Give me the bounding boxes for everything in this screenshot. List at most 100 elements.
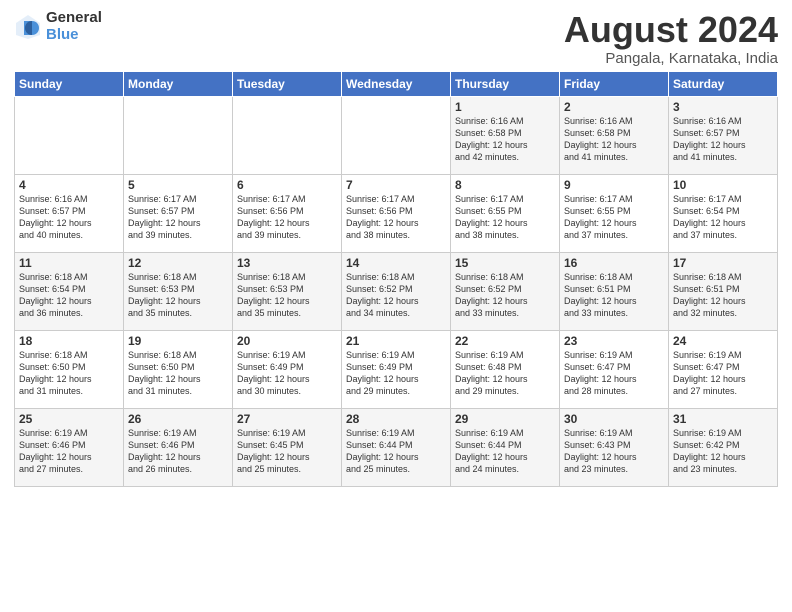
- day-info: Sunrise: 6:17 AM Sunset: 6:56 PM Dayligh…: [237, 193, 337, 242]
- title-block: August 2024 Pangala, Karnataka, India: [564, 10, 778, 67]
- calendar-cell: [15, 96, 124, 174]
- day-number: 20: [237, 334, 337, 348]
- day-number: 16: [564, 256, 664, 270]
- weekday-header-friday: Friday: [560, 71, 669, 96]
- week-row-5: 25Sunrise: 6:19 AM Sunset: 6:46 PM Dayli…: [15, 408, 778, 486]
- day-info: Sunrise: 6:18 AM Sunset: 6:50 PM Dayligh…: [128, 349, 228, 398]
- weekday-header-tuesday: Tuesday: [233, 71, 342, 96]
- location-text: Pangala, Karnataka, India: [564, 50, 778, 67]
- day-number: 27: [237, 412, 337, 426]
- weekday-header-monday: Monday: [124, 71, 233, 96]
- calendar-cell: 6Sunrise: 6:17 AM Sunset: 6:56 PM Daylig…: [233, 174, 342, 252]
- calendar-cell: 14Sunrise: 6:18 AM Sunset: 6:52 PM Dayli…: [342, 252, 451, 330]
- day-number: 6: [237, 178, 337, 192]
- calendar-cell: [124, 96, 233, 174]
- day-number: 21: [346, 334, 446, 348]
- day-info: Sunrise: 6:18 AM Sunset: 6:51 PM Dayligh…: [564, 271, 664, 320]
- day-info: Sunrise: 6:19 AM Sunset: 6:42 PM Dayligh…: [673, 427, 773, 476]
- day-info: Sunrise: 6:16 AM Sunset: 6:57 PM Dayligh…: [19, 193, 119, 242]
- day-number: 3: [673, 100, 773, 114]
- day-number: 14: [346, 256, 446, 270]
- week-row-1: 1Sunrise: 6:16 AM Sunset: 6:58 PM Daylig…: [15, 96, 778, 174]
- calendar-cell: 2Sunrise: 6:16 AM Sunset: 6:58 PM Daylig…: [560, 96, 669, 174]
- calendar-cell: 7Sunrise: 6:17 AM Sunset: 6:56 PM Daylig…: [342, 174, 451, 252]
- calendar-cell: 29Sunrise: 6:19 AM Sunset: 6:44 PM Dayli…: [451, 408, 560, 486]
- day-info: Sunrise: 6:19 AM Sunset: 6:46 PM Dayligh…: [128, 427, 228, 476]
- day-info: Sunrise: 6:18 AM Sunset: 6:51 PM Dayligh…: [673, 271, 773, 320]
- day-number: 22: [455, 334, 555, 348]
- calendar-cell: 27Sunrise: 6:19 AM Sunset: 6:45 PM Dayli…: [233, 408, 342, 486]
- day-info: Sunrise: 6:19 AM Sunset: 6:44 PM Dayligh…: [455, 427, 555, 476]
- day-number: 18: [19, 334, 119, 348]
- day-number: 26: [128, 412, 228, 426]
- calendar-cell: 4Sunrise: 6:16 AM Sunset: 6:57 PM Daylig…: [15, 174, 124, 252]
- day-info: Sunrise: 6:19 AM Sunset: 6:47 PM Dayligh…: [673, 349, 773, 398]
- day-number: 10: [673, 178, 773, 192]
- day-info: Sunrise: 6:17 AM Sunset: 6:55 PM Dayligh…: [455, 193, 555, 242]
- calendar-cell: 31Sunrise: 6:19 AM Sunset: 6:42 PM Dayli…: [669, 408, 778, 486]
- calendar-cell: 9Sunrise: 6:17 AM Sunset: 6:55 PM Daylig…: [560, 174, 669, 252]
- calendar-cell: 12Sunrise: 6:18 AM Sunset: 6:53 PM Dayli…: [124, 252, 233, 330]
- day-info: Sunrise: 6:19 AM Sunset: 6:49 PM Dayligh…: [346, 349, 446, 398]
- calendar-cell: 3Sunrise: 6:16 AM Sunset: 6:57 PM Daylig…: [669, 96, 778, 174]
- day-number: 1: [455, 100, 555, 114]
- day-info: Sunrise: 6:19 AM Sunset: 6:49 PM Dayligh…: [237, 349, 337, 398]
- calendar-cell: 20Sunrise: 6:19 AM Sunset: 6:49 PM Dayli…: [233, 330, 342, 408]
- calendar-cell: 1Sunrise: 6:16 AM Sunset: 6:58 PM Daylig…: [451, 96, 560, 174]
- day-number: 17: [673, 256, 773, 270]
- day-number: 13: [237, 256, 337, 270]
- calendar-cell: 30Sunrise: 6:19 AM Sunset: 6:43 PM Dayli…: [560, 408, 669, 486]
- logo: General Blue: [14, 10, 102, 43]
- calendar-cell: 21Sunrise: 6:19 AM Sunset: 6:49 PM Dayli…: [342, 330, 451, 408]
- day-number: 24: [673, 334, 773, 348]
- calendar-cell: 22Sunrise: 6:19 AM Sunset: 6:48 PM Dayli…: [451, 330, 560, 408]
- calendar-cell: 16Sunrise: 6:18 AM Sunset: 6:51 PM Dayli…: [560, 252, 669, 330]
- logo-blue: Blue: [46, 27, 102, 44]
- day-number: 9: [564, 178, 664, 192]
- day-info: Sunrise: 6:19 AM Sunset: 6:44 PM Dayligh…: [346, 427, 446, 476]
- logo-general: General: [46, 10, 102, 27]
- day-number: 4: [19, 178, 119, 192]
- day-info: Sunrise: 6:17 AM Sunset: 6:57 PM Dayligh…: [128, 193, 228, 242]
- day-number: 7: [346, 178, 446, 192]
- header: General Blue August 2024 Pangala, Karnat…: [14, 10, 778, 67]
- day-info: Sunrise: 6:19 AM Sunset: 6:46 PM Dayligh…: [19, 427, 119, 476]
- calendar-cell: 11Sunrise: 6:18 AM Sunset: 6:54 PM Dayli…: [15, 252, 124, 330]
- weekday-header-thursday: Thursday: [451, 71, 560, 96]
- calendar-cell: 17Sunrise: 6:18 AM Sunset: 6:51 PM Dayli…: [669, 252, 778, 330]
- day-info: Sunrise: 6:16 AM Sunset: 6:57 PM Dayligh…: [673, 115, 773, 164]
- calendar-cell: 15Sunrise: 6:18 AM Sunset: 6:52 PM Dayli…: [451, 252, 560, 330]
- calendar-cell: 24Sunrise: 6:19 AM Sunset: 6:47 PM Dayli…: [669, 330, 778, 408]
- weekday-header-saturday: Saturday: [669, 71, 778, 96]
- day-info: Sunrise: 6:16 AM Sunset: 6:58 PM Dayligh…: [564, 115, 664, 164]
- calendar-cell: 18Sunrise: 6:18 AM Sunset: 6:50 PM Dayli…: [15, 330, 124, 408]
- day-info: Sunrise: 6:18 AM Sunset: 6:53 PM Dayligh…: [128, 271, 228, 320]
- day-number: 8: [455, 178, 555, 192]
- calendar-cell: 8Sunrise: 6:17 AM Sunset: 6:55 PM Daylig…: [451, 174, 560, 252]
- day-number: 15: [455, 256, 555, 270]
- calendar-table: SundayMondayTuesdayWednesdayThursdayFrid…: [14, 71, 778, 487]
- day-info: Sunrise: 6:19 AM Sunset: 6:43 PM Dayligh…: [564, 427, 664, 476]
- logo-text: General Blue: [46, 10, 102, 43]
- day-number: 28: [346, 412, 446, 426]
- day-info: Sunrise: 6:19 AM Sunset: 6:45 PM Dayligh…: [237, 427, 337, 476]
- calendar-cell: 5Sunrise: 6:17 AM Sunset: 6:57 PM Daylig…: [124, 174, 233, 252]
- calendar-cell: 23Sunrise: 6:19 AM Sunset: 6:47 PM Dayli…: [560, 330, 669, 408]
- logo-icon: [14, 13, 42, 41]
- day-info: Sunrise: 6:18 AM Sunset: 6:50 PM Dayligh…: [19, 349, 119, 398]
- day-info: Sunrise: 6:19 AM Sunset: 6:47 PM Dayligh…: [564, 349, 664, 398]
- day-number: 23: [564, 334, 664, 348]
- day-info: Sunrise: 6:16 AM Sunset: 6:58 PM Dayligh…: [455, 115, 555, 164]
- day-number: 2: [564, 100, 664, 114]
- calendar-cell: [342, 96, 451, 174]
- day-info: Sunrise: 6:17 AM Sunset: 6:56 PM Dayligh…: [346, 193, 446, 242]
- day-number: 25: [19, 412, 119, 426]
- week-row-3: 11Sunrise: 6:18 AM Sunset: 6:54 PM Dayli…: [15, 252, 778, 330]
- day-number: 19: [128, 334, 228, 348]
- day-number: 12: [128, 256, 228, 270]
- day-info: Sunrise: 6:17 AM Sunset: 6:55 PM Dayligh…: [564, 193, 664, 242]
- week-row-4: 18Sunrise: 6:18 AM Sunset: 6:50 PM Dayli…: [15, 330, 778, 408]
- day-number: 31: [673, 412, 773, 426]
- day-number: 30: [564, 412, 664, 426]
- page-container: General Blue August 2024 Pangala, Karnat…: [0, 0, 792, 493]
